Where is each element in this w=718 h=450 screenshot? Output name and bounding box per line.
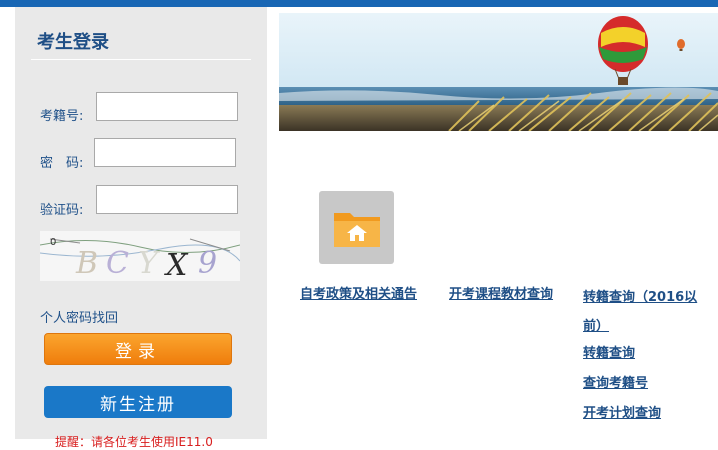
exam-no-query-link[interactable]: 查询考籍号 [583, 372, 648, 391]
folder-home-icon [333, 212, 380, 247]
captcha-image[interactable]: B C Y X 9 0 [40, 231, 240, 281]
top-bar [0, 0, 718, 7]
transfer-2016-link[interactable]: 转籍查询（2016以前） [583, 283, 713, 341]
panel-title: 考生登录 [37, 32, 109, 53]
plan-query-link[interactable]: 开考计划查询 [583, 402, 661, 421]
policy-tile[interactable] [319, 191, 394, 264]
password-input[interactable] [94, 138, 236, 167]
login-button[interactable]: 登录 [44, 333, 232, 365]
captcha-char: Y [138, 246, 161, 281]
forgot-password-link[interactable]: 个人密码找回 [40, 307, 118, 326]
panel-divider [31, 59, 251, 60]
captcha-input[interactable] [96, 185, 238, 214]
register-button[interactable]: 新生注册 [44, 386, 232, 418]
captcha-char: X [164, 248, 189, 281]
password-label: 密 码: [40, 156, 84, 171]
captcha-char: C [106, 246, 129, 281]
policy-link[interactable]: 自考政策及相关通告 [300, 283, 417, 302]
transfer-query-link[interactable]: 转籍查询 [583, 342, 635, 361]
browser-notice: 提醒：请各位考生使用IE11.0 [55, 435, 213, 449]
banner-image [279, 13, 718, 131]
captcha-char: B [75, 246, 98, 281]
captcha-label: 验证码: [40, 203, 84, 218]
login-panel: 考生登录 考籍号: 密 码: 验证码: B C Y X 9 0 个人密码找回 登… [15, 7, 267, 449]
svg-text:0: 0 [50, 237, 56, 248]
exam-no-label: 考籍号: [40, 109, 84, 124]
textbook-query-link[interactable]: 开考课程教材查询 [449, 283, 553, 302]
captcha-char: 9 [198, 246, 217, 281]
exam-no-input[interactable] [96, 92, 238, 121]
